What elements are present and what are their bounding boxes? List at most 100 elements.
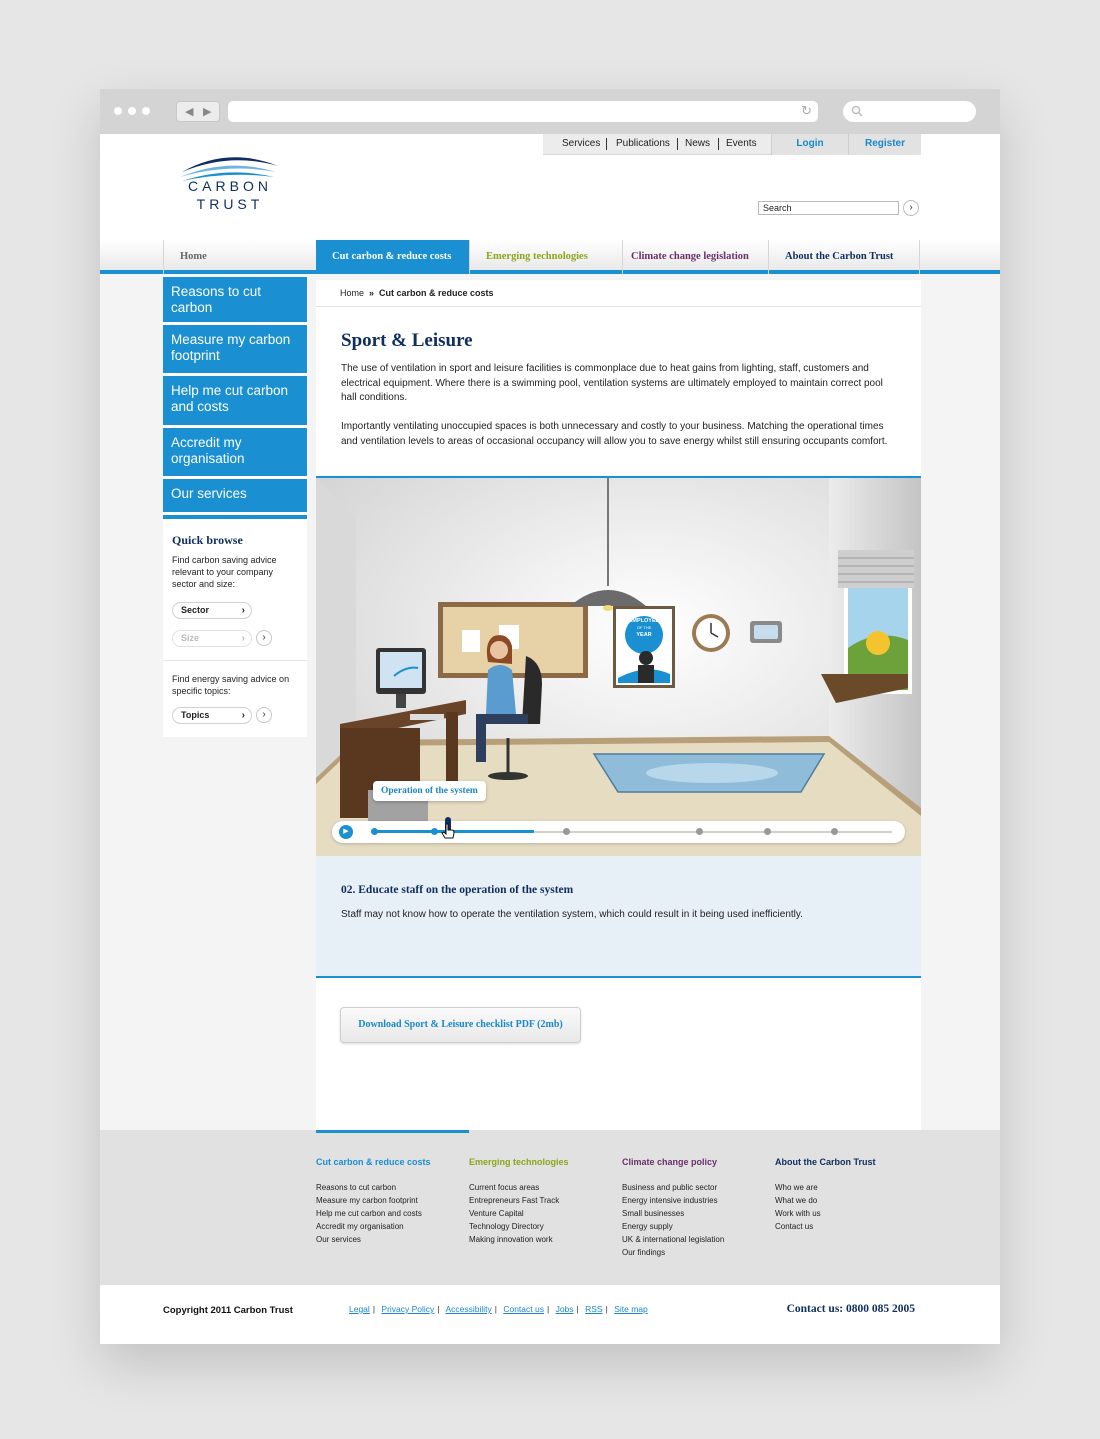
footer-link[interactable]: Our findings [622, 1246, 724, 1259]
breadcrumb-separator: » [369, 288, 375, 298]
top-link-events[interactable]: Events [726, 137, 757, 151]
topics-dropdown[interactable]: Topics › [172, 707, 252, 724]
chevron-right-icon: › [241, 710, 245, 721]
sector-dropdown[interactable]: Sector › [172, 602, 252, 619]
divider [316, 306, 921, 307]
legal-links: Legal | Privacy Policy | Accessibility | Co… [349, 1304, 651, 1314]
nav-tab-climate-change-legislation[interactable]: Climate change legislation [622, 240, 768, 274]
footer-link[interactable]: Reasons to cut carbon [316, 1181, 431, 1194]
footer-link[interactable]: Business and public sector [622, 1181, 724, 1194]
topics-go-button[interactable]: › [256, 707, 272, 723]
footer-link[interactable]: Energy intensive industries [622, 1194, 724, 1207]
interactive-illustration[interactable]: EMPLOYEE OF THE YEAR Operation of the sy… [316, 476, 921, 856]
play-icon[interactable]: ▶ [339, 825, 353, 839]
footer-column-about: About the Carbon Trust Who we are What w… [775, 1157, 876, 1233]
timeline-step-marker[interactable] [831, 828, 838, 835]
chevron-right-icon: › [241, 605, 245, 616]
back-arrow-icon[interactable]: ◀ [185, 105, 193, 119]
footer-link[interactable]: UK & international legislation [622, 1233, 724, 1246]
footer-link[interactable]: Our services [316, 1233, 431, 1246]
nav-tab-emerging-technologies[interactable]: Emerging technologies [469, 240, 622, 274]
timeline-step-marker[interactable] [371, 828, 378, 835]
sidebar-item-measure[interactable]: Measure my carbon footprint [163, 325, 307, 376]
timeline-step-marker[interactable] [696, 828, 703, 835]
window-zoom-dot[interactable] [142, 107, 150, 115]
timeline-scrubber[interactable]: ▶ [332, 817, 905, 843]
sitemap-link[interactable]: Site map [614, 1304, 648, 1314]
footer-heading[interactable]: Cut carbon & reduce costs [316, 1157, 431, 1167]
jobs-link[interactable]: Jobs [556, 1304, 574, 1314]
footer-link[interactable]: Accredit my organisation [316, 1220, 431, 1233]
chevron-right-icon: › [241, 633, 245, 644]
footer-link[interactable]: Venture Capital [469, 1207, 569, 1220]
nav-tab-about[interactable]: About the Carbon Trust [768, 240, 920, 274]
divider [677, 138, 678, 150]
nav-tab-home[interactable]: Home [163, 240, 316, 274]
browser-search-field[interactable] [843, 101, 976, 122]
footer-link[interactable]: What we do [775, 1194, 876, 1207]
contact-link[interactable]: Contact us [503, 1304, 544, 1314]
poster-text-year: YEAR [636, 632, 651, 638]
footer-link[interactable]: Measure my carbon footprint [316, 1194, 431, 1207]
legal-link[interactable]: Legal [349, 1304, 370, 1314]
footer-link[interactable]: Entrepreneurs Fast Track [469, 1194, 569, 1207]
footer-link[interactable]: Contact us [775, 1220, 876, 1233]
divider [606, 138, 607, 150]
register-button[interactable]: Register [848, 134, 921, 155]
breadcrumb-home[interactable]: Home [340, 288, 364, 298]
intro-text: The use of ventilation in sport and leis… [341, 362, 896, 464]
footer-heading[interactable]: Emerging technologies [469, 1157, 569, 1167]
carbon-trust-logo[interactable]: CARBON TRUST [178, 148, 283, 214]
footer-link[interactable]: Help me cut carbon and costs [316, 1207, 431, 1220]
timeline-step-marker[interactable] [431, 828, 438, 835]
top-link-services[interactable]: Services [562, 137, 600, 151]
download-checklist-button[interactable]: Download Sport & Leisure checklist PDF (… [340, 1007, 581, 1043]
browser-window: ◀ ▶ ↻ CARBON TRUST Services Publications [100, 89, 1000, 1344]
link-separator: | [605, 1304, 608, 1314]
footer-link[interactable]: Making innovation work [469, 1233, 569, 1246]
sidebar-item-accredit[interactable]: Accredit my organisation [163, 428, 307, 479]
accessibility-link[interactable]: Accessibility [445, 1304, 491, 1314]
sidebar-item-our-services[interactable]: Our services [163, 479, 307, 515]
forward-arrow-icon[interactable]: ▶ [203, 105, 211, 119]
search-go-button[interactable]: › [903, 200, 919, 216]
footer-link[interactable]: Small businesses [622, 1207, 724, 1220]
intro-paragraph: Importantly ventilating unoccupied space… [341, 421, 888, 447]
link-separator: | [576, 1304, 579, 1314]
reload-icon[interactable]: ↻ [801, 103, 812, 119]
footer-link[interactable]: Technology Directory [469, 1220, 569, 1233]
footer-link[interactable]: Energy supply [622, 1220, 724, 1233]
footer-heading[interactable]: About the Carbon Trust [775, 1157, 876, 1167]
size-go-button[interactable]: › [256, 630, 272, 646]
link-separator: | [372, 1304, 376, 1314]
login-button[interactable]: Login [771, 134, 848, 155]
sidebar-item-help-cut[interactable]: Help me cut carbon and costs [163, 376, 307, 428]
size-label: Size [181, 633, 200, 643]
sidebar-item-reasons[interactable]: Reasons to cut carbon [163, 277, 307, 325]
site-search-input[interactable]: Search [758, 201, 899, 215]
main-content: Home » Cut carbon & reduce costs Sport & L… [316, 280, 921, 1130]
window-close-dot[interactable] [114, 107, 122, 115]
contact-phone: Contact us: 0800 085 2005 [786, 1303, 915, 1315]
timeline-step-marker[interactable] [764, 828, 771, 835]
footer-link[interactable]: Current focus areas [469, 1181, 569, 1194]
logo-text-carbon: CARBON [188, 178, 272, 194]
step-tooltip: Operation of the system [373, 781, 486, 801]
rss-link[interactable]: RSS [585, 1304, 602, 1314]
top-link-publications[interactable]: Publications [616, 137, 670, 151]
timeline-step-marker[interactable] [563, 828, 570, 835]
nav-tab-cut-carbon[interactable]: Cut carbon & reduce costs [316, 240, 469, 274]
step-text: Staff may not know how to operate the ve… [341, 909, 803, 920]
address-bar[interactable]: ↻ [228, 101, 818, 122]
window-minimize-dot[interactable] [128, 107, 136, 115]
footer-column-emerging: Emerging technologies Current focus area… [469, 1157, 569, 1246]
privacy-link[interactable]: Privacy Policy [381, 1304, 434, 1314]
footer-link[interactable]: Who we are [775, 1181, 876, 1194]
link-separator: | [546, 1304, 550, 1314]
footer-column-cut-carbon: Cut carbon & reduce costs Reasons to cut… [316, 1157, 431, 1246]
divider [316, 1130, 469, 1133]
size-dropdown[interactable]: Size › [172, 630, 252, 647]
footer-link[interactable]: Work with us [775, 1207, 876, 1220]
footer-heading[interactable]: Climate change policy [622, 1157, 724, 1167]
top-link-news[interactable]: News [685, 137, 710, 151]
